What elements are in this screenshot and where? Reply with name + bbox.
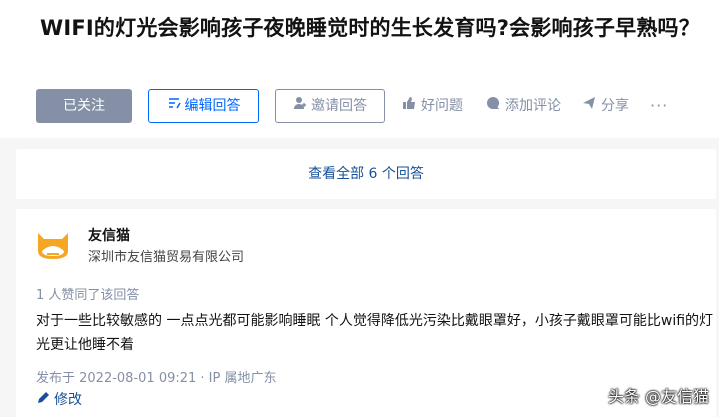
edit-lines-icon <box>167 90 181 122</box>
watermark: 头条 @友信猫 <box>607 387 709 406</box>
invite-answer-label: 邀请回答 <box>311 98 367 114</box>
edit-button[interactable]: 修改 <box>36 389 82 409</box>
answer-content: 对于一些比较敏感的 一点点光都可能影响睡眠 个人觉得降低光污染比戴眼罩好，小孩子… <box>36 313 714 353</box>
share-label: 分享 <box>601 98 629 114</box>
add-comment-button[interactable]: 添加评论 <box>486 89 561 123</box>
author-name[interactable]: 友信猫 <box>88 225 130 245</box>
add-comment-label: 添加评论 <box>505 98 561 114</box>
question-header: WIFI的灯光会影响孩子夜晚睡觉时的生长发育吗?会影响孩子早熟吗？ 已关注 编辑… <box>0 0 719 138</box>
share-button[interactable]: 分享 <box>582 89 629 123</box>
good-question-label: 好问题 <box>421 98 463 114</box>
edit-answer-button[interactable]: 编辑回答 <box>148 89 259 123</box>
pencil-icon <box>36 391 50 409</box>
cat-logo-icon <box>34 233 72 267</box>
more-options-button[interactable]: ··· <box>650 89 668 123</box>
vote-info: 1 人赞同了该回答 <box>36 288 140 303</box>
comment-icon <box>486 89 500 123</box>
followed-button[interactable]: 已关注 <box>36 89 132 123</box>
edit-answer-label: 编辑回答 <box>184 98 241 114</box>
question-title: WIFI的灯光会影响孩子夜晚睡觉时的生长发育吗?会影响孩子早熟吗？ <box>40 16 700 40</box>
share-plane-icon <box>582 89 596 123</box>
thumb-up-icon <box>402 89 416 123</box>
invite-user-icon <box>293 90 307 122</box>
good-question-button[interactable]: 好问题 <box>402 89 463 123</box>
invite-answer-button[interactable]: 邀请回答 <box>275 89 385 123</box>
author-headline: 深圳市友信猫贸易有限公司 <box>88 250 245 265</box>
question-actions: 已关注 编辑回答 邀请回答 好问题 添加评论 分享 ··· <box>36 89 716 123</box>
answer-meta: 发布于 2022-08-01 09:21 · IP 属地广东 <box>36 371 277 386</box>
avatar[interactable] <box>34 225 72 263</box>
edit-label: 修改 <box>54 392 82 408</box>
view-all-answers-link[interactable]: 查看全部 6 个回答 <box>16 149 716 199</box>
